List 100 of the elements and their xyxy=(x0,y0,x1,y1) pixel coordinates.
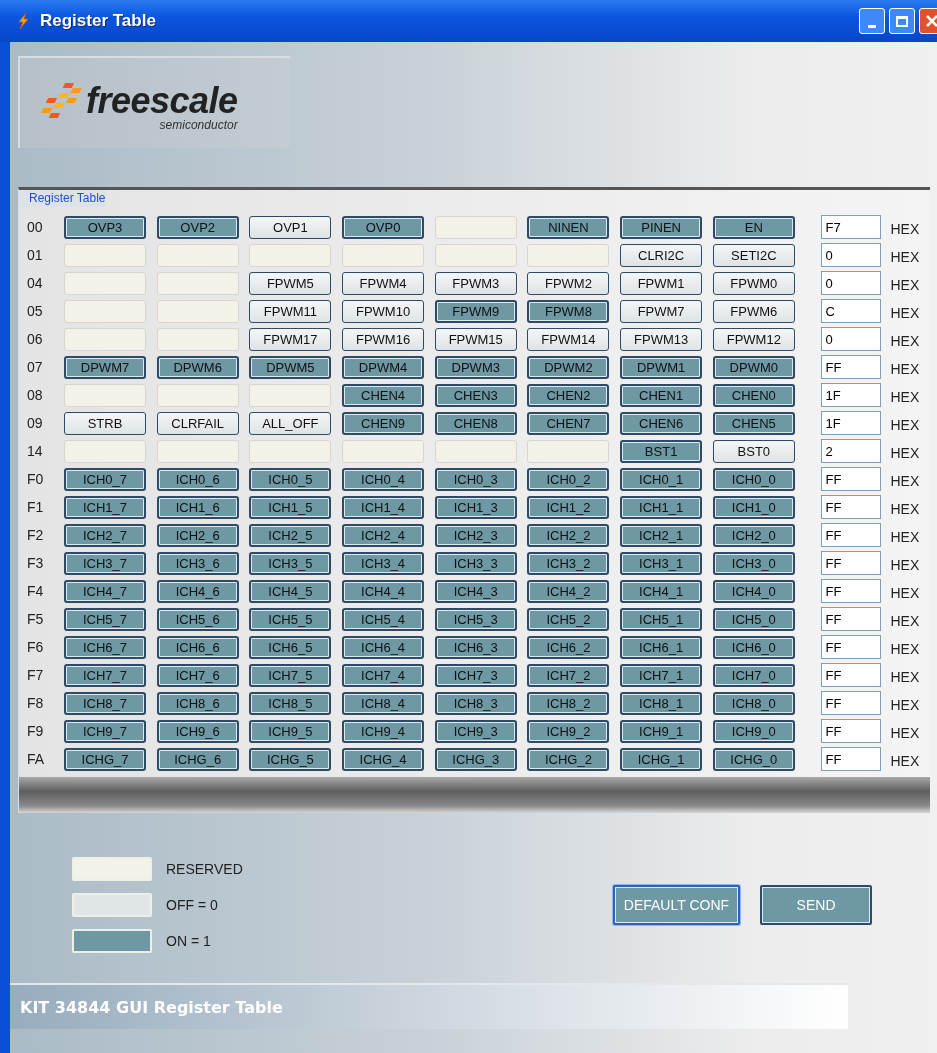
hex-value-field[interactable]: FF xyxy=(820,719,881,743)
maximize-button[interactable] xyxy=(889,8,915,34)
bit-toggle[interactable]: ICH2_0 xyxy=(712,523,795,547)
bit-toggle[interactable]: OVP2 xyxy=(156,215,239,239)
hex-value-field[interactable]: FF xyxy=(820,579,881,603)
bit-toggle[interactable]: ICH9_7 xyxy=(64,719,146,743)
bit-toggle[interactable]: OVP0 xyxy=(342,215,425,239)
bit-toggle[interactable]: ICH4_3 xyxy=(434,579,517,603)
bit-toggle[interactable]: ICH6_5 xyxy=(249,635,332,659)
send-button[interactable]: SEND xyxy=(760,885,873,925)
hex-value-field[interactable]: FF xyxy=(820,607,881,631)
bit-toggle[interactable]: DPWM4 xyxy=(342,355,425,379)
bit-toggle[interactable]: ICH5_1 xyxy=(620,607,703,631)
hex-value-field[interactable]: FF xyxy=(820,691,881,715)
bit-toggle[interactable]: ICH5_5 xyxy=(249,607,332,631)
bit-toggle[interactable]: ICH4_4 xyxy=(342,579,425,603)
hex-value-field[interactable]: FF xyxy=(820,523,881,547)
bit-toggle[interactable]: ICH1_6 xyxy=(156,495,239,519)
bit-toggle[interactable]: CHEN5 xyxy=(712,411,795,435)
bit-toggle[interactable]: ICH7_3 xyxy=(434,663,517,687)
bit-toggle[interactable]: FPWM14 xyxy=(527,327,610,351)
bit-toggle[interactable]: CHEN9 xyxy=(342,411,425,435)
bit-toggle[interactable]: ICH0_4 xyxy=(342,467,425,491)
bit-toggle[interactable]: ICH9_5 xyxy=(249,719,332,743)
bit-toggle[interactable]: ICHG_5 xyxy=(249,747,332,771)
bit-toggle[interactable]: FPWM4 xyxy=(342,271,425,295)
bit-toggle[interactable]: ICH4_0 xyxy=(712,579,795,603)
bit-toggle[interactable]: ICH6_1 xyxy=(620,635,703,659)
bit-toggle[interactable]: ICH9_3 xyxy=(434,719,517,743)
hex-value-field[interactable]: FF xyxy=(820,495,881,519)
bit-toggle[interactable]: ICHG_1 xyxy=(620,747,703,771)
hex-value-field[interactable]: FF xyxy=(820,747,881,771)
bit-toggle[interactable]: ICH2_2 xyxy=(527,523,610,547)
bit-toggle[interactable]: ICH7_5 xyxy=(249,663,332,687)
bit-toggle[interactable]: CHEN7 xyxy=(527,411,610,435)
bit-toggle[interactable]: OVP1 xyxy=(249,215,332,239)
bit-toggle[interactable]: DPWM0 xyxy=(712,355,795,379)
bit-toggle[interactable]: ICH5_4 xyxy=(342,607,425,631)
bit-toggle[interactable]: ICH3_1 xyxy=(620,551,703,575)
bit-toggle[interactable]: ICH8_5 xyxy=(249,691,332,715)
bit-toggle[interactable]: BST0 xyxy=(712,439,795,463)
bit-toggle[interactable]: CHEN8 xyxy=(434,411,517,435)
bit-toggle[interactable]: ICH9_2 xyxy=(527,719,610,743)
hex-value-field[interactable]: 0 xyxy=(820,243,881,267)
bit-toggle[interactable]: ICH0_1 xyxy=(620,467,703,491)
bit-toggle[interactable]: ALL_OFF xyxy=(249,411,332,435)
bit-toggle[interactable]: CLRFAIL xyxy=(156,411,239,435)
bit-toggle[interactable]: FPWM6 xyxy=(712,299,795,323)
bit-toggle[interactable]: ICH1_0 xyxy=(712,495,795,519)
hex-value-field[interactable]: 1F xyxy=(820,411,881,435)
bit-toggle[interactable]: CHEN6 xyxy=(620,411,703,435)
hex-value-field[interactable]: 1F xyxy=(820,383,881,407)
default-config-button[interactable]: DEFAULT CONF xyxy=(612,885,741,925)
bit-toggle[interactable]: ICH6_3 xyxy=(434,635,517,659)
bit-toggle[interactable]: FPWM0 xyxy=(712,271,795,295)
hex-value-field[interactable]: FF xyxy=(820,635,881,659)
bit-toggle[interactable]: ICH0_0 xyxy=(712,467,795,491)
bit-toggle[interactable]: CHEN1 xyxy=(620,383,703,407)
bit-toggle[interactable]: FPWM2 xyxy=(527,271,610,295)
bit-toggle[interactable]: NINEN xyxy=(527,215,610,239)
bit-toggle[interactable]: ICH1_4 xyxy=(342,495,425,519)
bit-toggle[interactable]: ICH0_2 xyxy=(527,467,610,491)
bit-toggle[interactable]: STRB xyxy=(64,411,146,435)
bit-toggle[interactable]: ICH8_1 xyxy=(620,691,703,715)
bit-toggle[interactable]: ICH7_7 xyxy=(64,663,146,687)
bit-toggle[interactable]: DPWM1 xyxy=(620,355,703,379)
bit-toggle[interactable]: FPWM16 xyxy=(342,327,425,351)
bit-toggle[interactable]: FPWM1 xyxy=(620,271,703,295)
bit-toggle[interactable]: CLRI2C xyxy=(620,243,703,267)
bit-toggle[interactable]: FPWM7 xyxy=(620,299,703,323)
hex-value-field[interactable]: FF xyxy=(820,355,881,379)
bit-toggle[interactable]: ICH7_6 xyxy=(156,663,239,687)
bit-toggle[interactable]: ICH9_4 xyxy=(342,719,425,743)
bit-toggle[interactable]: ICH6_7 xyxy=(64,635,146,659)
bit-toggle[interactable]: ICH0_3 xyxy=(434,467,517,491)
bit-toggle[interactable]: ICH8_0 xyxy=(712,691,795,715)
bit-toggle[interactable]: ICH0_6 xyxy=(156,467,239,491)
bit-toggle[interactable]: EN xyxy=(712,215,795,239)
bit-toggle[interactable]: FPWM3 xyxy=(434,271,517,295)
bit-toggle[interactable]: SETI2C xyxy=(712,243,795,267)
bit-toggle[interactable]: CHEN3 xyxy=(434,383,517,407)
hex-value-field[interactable]: 2 xyxy=(820,439,881,463)
bit-toggle[interactable]: ICH1_1 xyxy=(620,495,703,519)
bit-toggle[interactable]: ICH4_7 xyxy=(64,579,146,603)
hex-value-field[interactable]: C xyxy=(820,299,881,323)
bit-toggle[interactable]: ICH5_3 xyxy=(434,607,517,631)
bit-toggle[interactable]: ICH9_0 xyxy=(712,719,795,743)
bit-toggle[interactable]: ICH6_6 xyxy=(156,635,239,659)
bit-toggle[interactable]: CHEN2 xyxy=(527,383,610,407)
bit-toggle[interactable]: ICH3_0 xyxy=(712,551,795,575)
bit-toggle[interactable]: CHEN0 xyxy=(712,383,795,407)
bit-toggle[interactable]: ICH3_5 xyxy=(249,551,332,575)
bit-toggle[interactable]: FPWM17 xyxy=(249,327,332,351)
bit-toggle[interactable]: ICHG_0 xyxy=(712,747,795,771)
bit-toggle[interactable]: ICH4_5 xyxy=(249,579,332,603)
bit-toggle[interactable]: ICHG_7 xyxy=(64,747,146,771)
bit-toggle[interactable]: ICH9_6 xyxy=(156,719,239,743)
bit-toggle[interactable]: ICH4_2 xyxy=(527,579,610,603)
hex-value-field[interactable]: 0 xyxy=(820,271,881,295)
bit-toggle[interactable]: ICH8_7 xyxy=(64,691,146,715)
